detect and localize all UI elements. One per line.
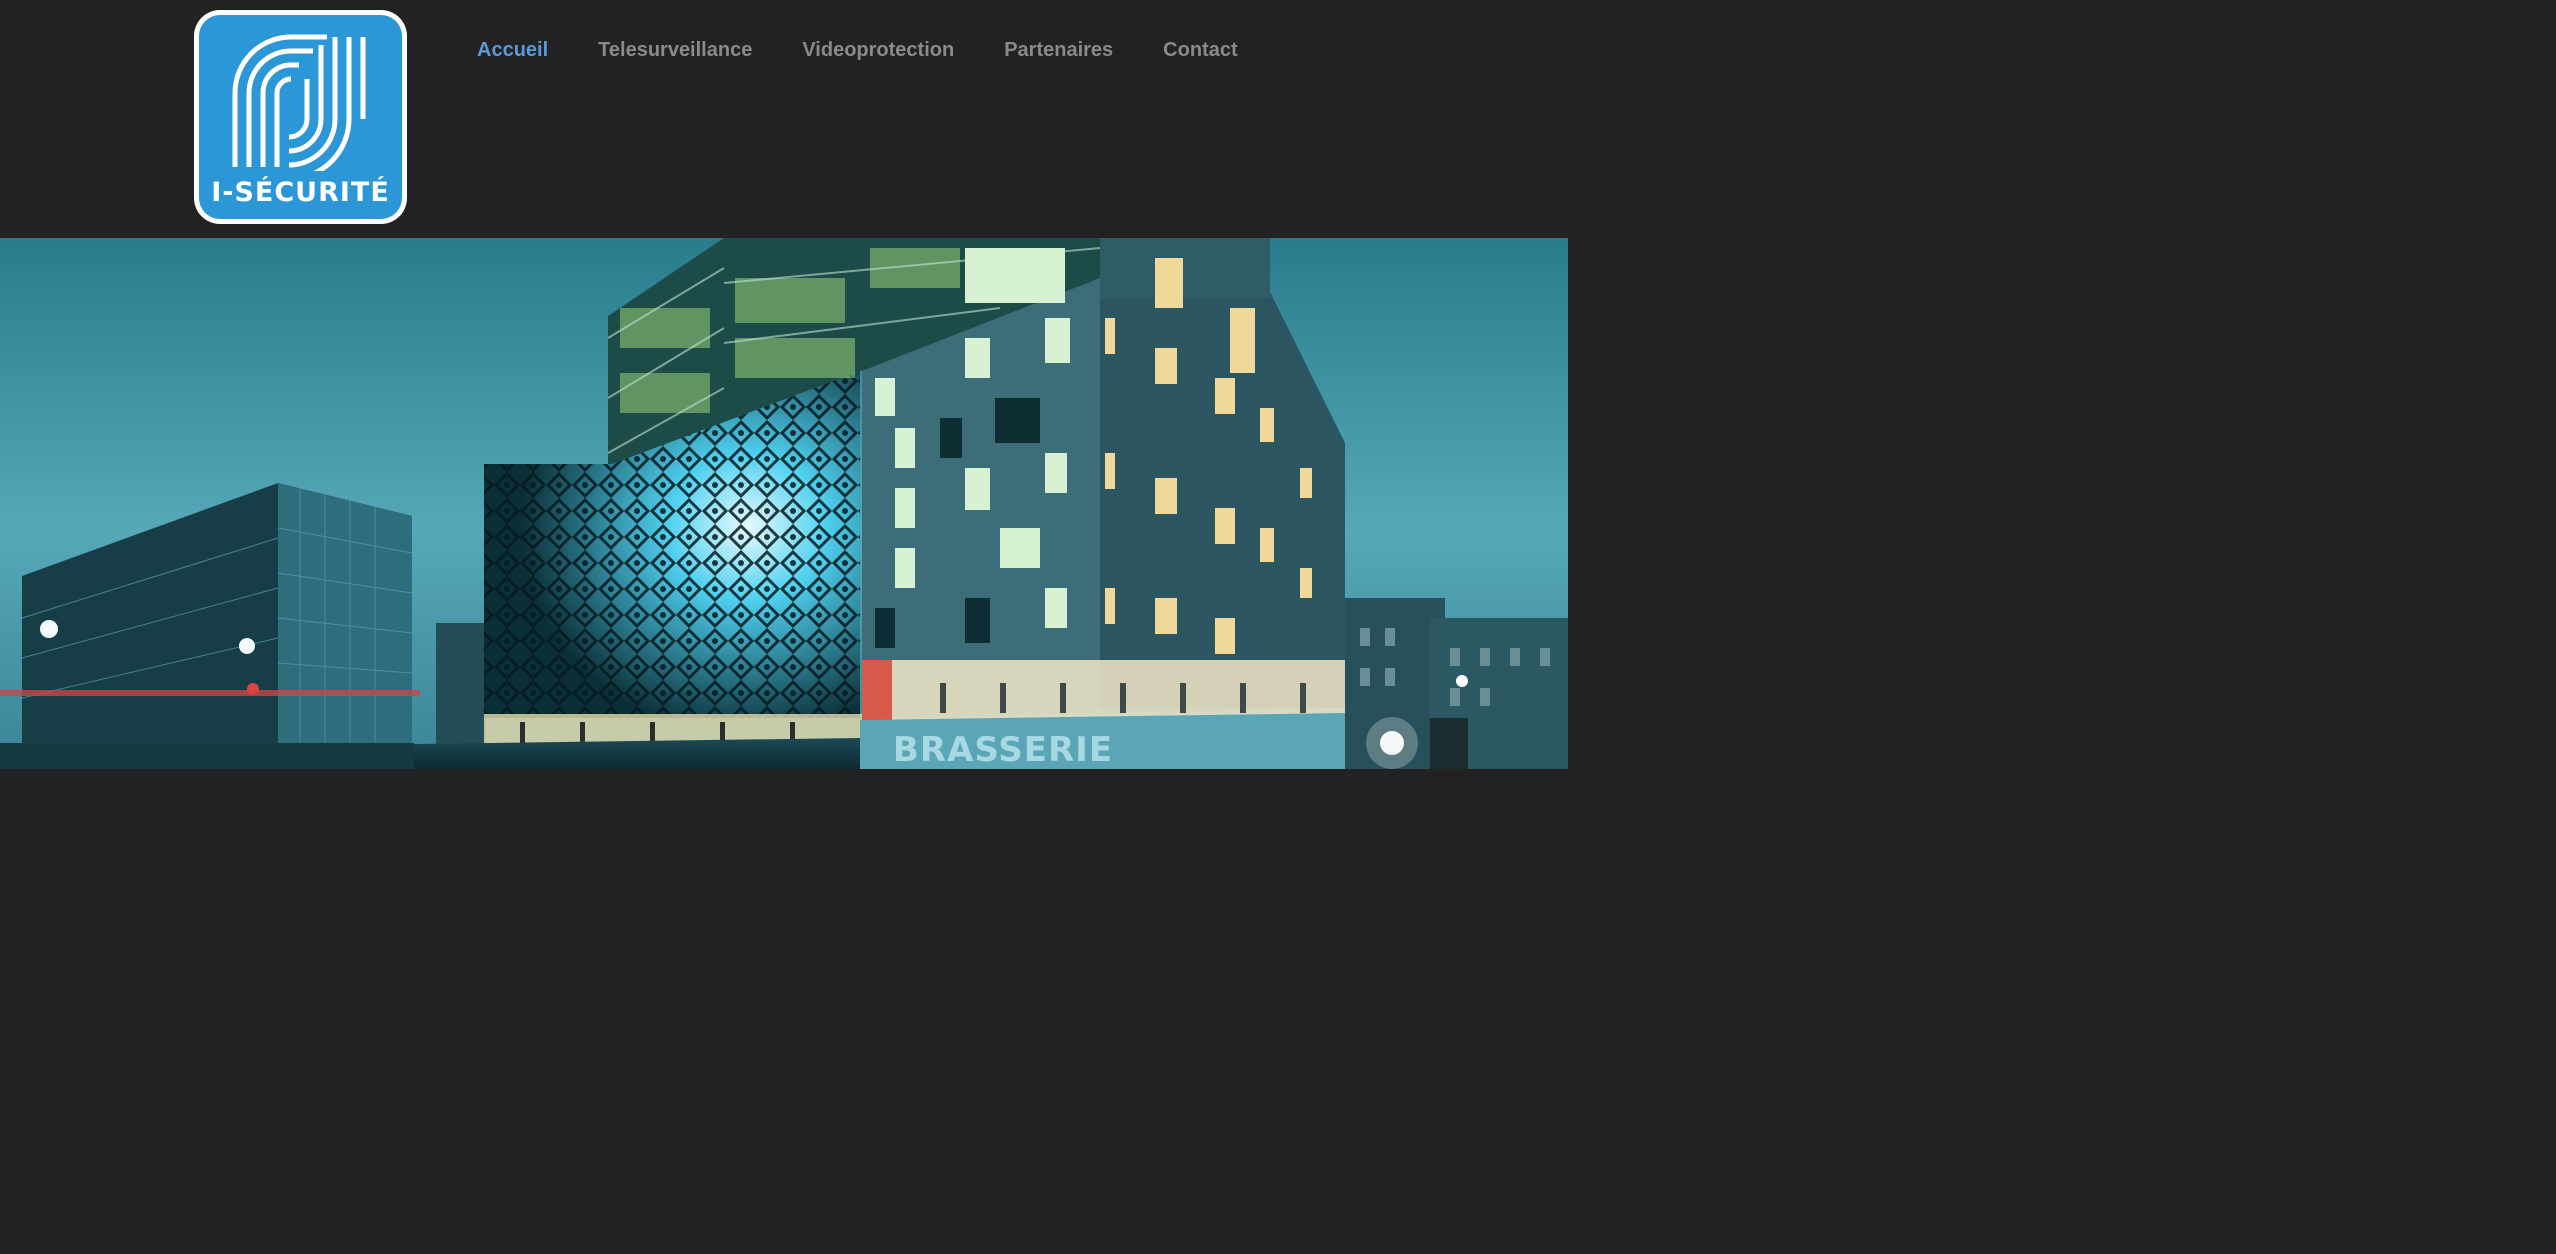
logo-badge: I-SÉCURITÉ	[199, 15, 402, 219]
site-logo[interactable]: I-SÉCURITÉ	[194, 10, 407, 224]
main-nav: Accueil Telesurveillance Videoprotection…	[477, 36, 1288, 64]
nav-item-contact[interactable]: Contact	[1163, 36, 1237, 64]
nav-item-telesurveillance[interactable]: Telesurveillance	[598, 36, 752, 64]
brasserie-sign: BRASSERIE	[893, 730, 1113, 769]
nav-item-accueil[interactable]: Accueil	[477, 36, 548, 64]
nav-item-partenaires[interactable]: Partenaires	[1004, 36, 1113, 64]
hero-building-illustration: BRASSERIE	[0, 238, 1568, 769]
site-header: I-SÉCURITÉ Accueil Telesurveillance Vide…	[0, 0, 1568, 238]
nav-item-videoprotection[interactable]: Videoprotection	[802, 36, 954, 64]
logo-mark-icon	[232, 34, 366, 171]
logo-text: I-SÉCURITÉ	[211, 177, 390, 208]
hero-image: BRASSERIE	[0, 238, 1568, 769]
